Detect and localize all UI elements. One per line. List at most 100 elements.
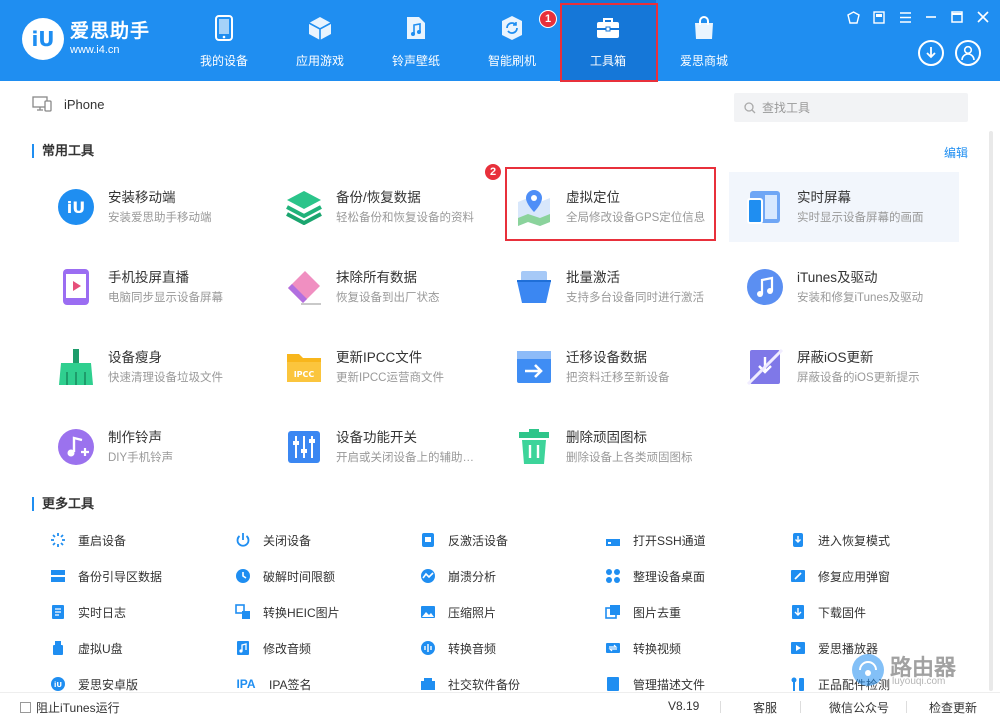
main-nav: 我的设备 应用游戏 铃声壁纸 智能刷机 工具箱 爱思商城 (176, 0, 752, 82)
search-icon (744, 101, 756, 113)
status-footer: 阻止iTunes运行 V8.19 客服 微信公众号 检查更新 (0, 692, 1000, 720)
tool-batch-activate[interactable]: 批量激活 支持多台设备同时进行激活 (498, 252, 728, 322)
trash-icon (514, 427, 554, 467)
social-backup-icon (420, 676, 436, 692)
top-header: iU 爱思助手 www.i4.cn 我的设备 应用游戏 铃声壁纸 智能刷机 工具… (0, 0, 1000, 82)
more-convert-heic[interactable]: 转换HEIC图片 (235, 601, 405, 623)
itunes-icon (745, 267, 785, 307)
more-download-firmware[interactable]: 下载固件 (790, 601, 960, 623)
user-account-button[interactable] (955, 40, 981, 66)
common-tools-title: 常用工具 (32, 144, 94, 158)
audio-convert-icon (420, 640, 436, 656)
repair-icon (790, 568, 806, 584)
i4-assistant-window: iU 爱思助手 www.i4.cn 我的设备 应用游戏 铃声壁纸 智能刷机 工具… (0, 0, 1000, 720)
shopping-bag-icon (690, 14, 718, 42)
vertical-scrollbar[interactable] (989, 131, 993, 691)
tool-erase-all-data[interactable]: 抹除所有数据 恢复设备到出厂状态 (268, 252, 498, 322)
nav-toolbox[interactable]: 工具箱 (560, 0, 658, 82)
svg-text:IPCC: IPCC (294, 370, 315, 379)
more-fix-app-popup[interactable]: 修复应用弹窗 (790, 565, 960, 587)
more-open-ssh[interactable]: 打开SSH通道 (605, 529, 775, 551)
feedback-icon[interactable] (872, 10, 886, 24)
tool-block-ios-update[interactable]: 屏蔽iOS更新 屏蔽设备的iOS更新提示 (729, 332, 959, 402)
migrate-icon (514, 347, 554, 387)
edit-link[interactable]: 编辑 (944, 144, 968, 161)
more-virtual-usb[interactable]: 虚拟U盘 (50, 637, 220, 659)
profile-icon (605, 676, 621, 692)
usb-icon (50, 640, 66, 656)
checkbox-icon[interactable] (20, 702, 31, 713)
computer-phone-icon (32, 96, 52, 112)
device-name: iPhone (64, 96, 105, 112)
more-deactivate-device[interactable]: 反激活设备 (420, 529, 590, 551)
refresh-gear-icon (498, 14, 526, 42)
grid-icon (605, 568, 621, 584)
more-restart-device[interactable]: 重启设备 (50, 529, 220, 551)
download-button[interactable] (918, 40, 944, 66)
block-itunes-checkbox[interactable]: 阻止iTunes运行 (20, 699, 120, 716)
close-icon[interactable] (976, 10, 990, 24)
app-name: 爱思助手 (70, 21, 151, 42)
more-convert-video[interactable]: 转换视频 (605, 637, 775, 659)
minimize-icon[interactable] (924, 10, 938, 24)
logo-badge: iU (22, 18, 64, 60)
more-organize-desktop[interactable]: 整理设备桌面 (605, 565, 775, 587)
more-compress-photos[interactable]: 压缩照片 (420, 601, 590, 623)
skin-icon[interactable] (846, 10, 860, 24)
recovery-icon (790, 532, 806, 548)
tool-realtime-screen[interactable]: 实时屏幕 实时显示设备屏幕的画面 (729, 172, 959, 242)
restart-icon (50, 532, 66, 548)
tool-backup-restore[interactable]: 备份/恢复数据 轻松备份和恢复设备的资料 (268, 172, 498, 242)
tool-install-mobile[interactable]: iU 安装移动端 安装爱思助手移动端 (40, 172, 270, 242)
nav-ringtones-wallpapers[interactable]: 铃声壁纸 (368, 0, 464, 81)
tool-update-ipcc[interactable]: IPCC 更新IPCC文件 更新IPCC运营商文件 (268, 332, 498, 402)
photo-icon (420, 604, 436, 620)
dedupe-icon (605, 604, 621, 620)
nav-apps-games[interactable]: 应用游戏 (272, 0, 368, 81)
more-boot-backup[interactable]: 备份引导区数据 (50, 565, 220, 587)
tool-device-cleanup[interactable]: 设备瘦身 快速清理设备垃圾文件 (40, 332, 270, 402)
audio-edit-icon (235, 640, 251, 656)
highlight-virtual-location (505, 167, 716, 241)
screen-mirror-icon (745, 187, 785, 227)
svg-text:iU: iU (67, 198, 85, 217)
ringtone-icon (56, 427, 96, 467)
tool-make-ringtone[interactable]: 制作铃声 DIY手机铃声 (40, 412, 270, 482)
more-realtime-log[interactable]: 实时日志 (50, 601, 220, 623)
search-input[interactable] (762, 100, 962, 115)
phone-icon (210, 14, 238, 42)
more-dedupe-images[interactable]: 图片去重 (605, 601, 775, 623)
user-icon (961, 45, 975, 61)
nav-i4-store[interactable]: 爱思商城 (656, 0, 752, 81)
tool-migrate-data[interactable]: 迁移设备数据 把资料迁移至新设备 (498, 332, 728, 402)
tool-screen-cast-live[interactable]: 手机投屏直播 电脑同步显示设备屏幕 (40, 252, 270, 322)
more-crash-analysis[interactable]: 崩溃分析 (420, 565, 590, 587)
clock-icon (235, 568, 251, 584)
more-convert-audio[interactable]: 转换音频 (420, 637, 590, 659)
accessory-check-icon (790, 676, 806, 692)
customer-service-link[interactable]: 客服 (753, 699, 777, 716)
deactivate-icon (420, 532, 436, 548)
app-logo: iU 爱思助手 www.i4.cn (22, 18, 150, 60)
wechat-account-link[interactable]: 微信公众号 (829, 699, 889, 716)
tool-itunes-driver[interactable]: iTunes及驱动 安装和修复iTunes及驱动 (729, 252, 959, 322)
more-edit-audio[interactable]: 修改音频 (235, 637, 405, 659)
download-icon (926, 47, 936, 59)
version-label: V8.19 (668, 699, 700, 713)
tool-search-box[interactable] (734, 93, 968, 122)
device-selector[interactable]: iPhone (32, 96, 104, 112)
layers-icon (284, 187, 324, 227)
cube-icon (306, 14, 334, 42)
nav-my-device[interactable]: 我的设备 (176, 0, 272, 81)
tool-feature-switch[interactable]: 设备功能开关 开启或关闭设备上的辅助… (268, 412, 498, 482)
more-shutdown-device[interactable]: 关闭设备 (235, 529, 405, 551)
menu-icon[interactable] (898, 10, 912, 24)
tool-delete-stubborn-icons[interactable]: 删除顽固图标 删除设备上各类顽固图标 (498, 412, 728, 482)
convert-image-icon (235, 604, 251, 620)
batch-activate-icon (514, 267, 554, 307)
more-recovery-mode[interactable]: 进入恢复模式 (790, 529, 960, 551)
more-crack-time-limit[interactable]: 破解时间限额 (235, 565, 405, 587)
check-update-link[interactable]: 检查更新 (929, 699, 977, 716)
maximize-icon[interactable] (950, 10, 964, 24)
firmware-icon (790, 604, 806, 620)
